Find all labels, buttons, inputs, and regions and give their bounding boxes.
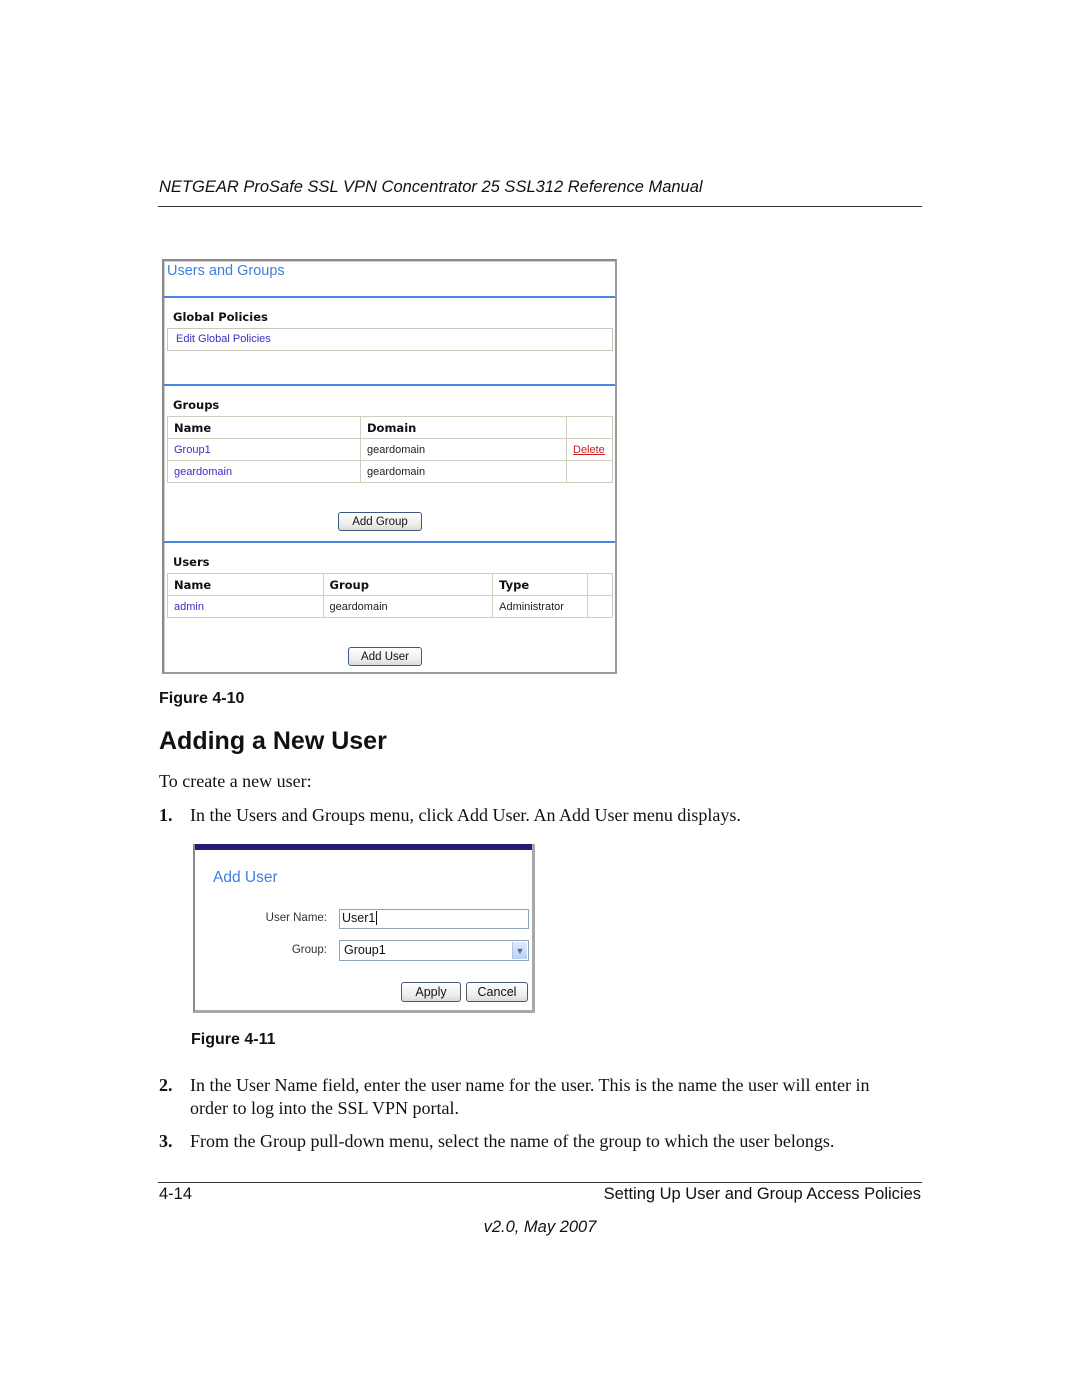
group-label: Group:: [291, 944, 327, 956]
user-group: geardomain: [322, 595, 494, 618]
edit-global-policies-link[interactable]: Edit Global Policies: [176, 333, 271, 345]
panel-title: Add User: [213, 869, 278, 886]
column-header-name: Name: [167, 573, 324, 596]
footer-rule: [158, 1182, 922, 1183]
groups-table: Name Domain Group1 geardomain Delete gea…: [167, 416, 613, 483]
column-header-action: [566, 416, 613, 439]
add-group-button[interactable]: Add Group: [338, 512, 422, 531]
global-policies-row: Edit Global Policies: [167, 328, 613, 351]
table-row: admin geardomain Administrator: [167, 595, 613, 618]
user-type: Administrator: [492, 595, 589, 618]
user-name-link[interactable]: admin: [174, 601, 204, 613]
step-number: 3.: [159, 1131, 173, 1151]
group-name-link[interactable]: geardomain: [174, 466, 232, 478]
step-text-line-1: In the User Name field, enter the user n…: [190, 1075, 870, 1095]
intro-text: To create a new user:: [159, 771, 312, 791]
cancel-button[interactable]: Cancel: [466, 982, 528, 1002]
step-text-line-2: order to log into the SSL VPN portal.: [190, 1098, 459, 1118]
running-header: NETGEAR ProSafe SSL VPN Concentrator 25 …: [159, 178, 703, 196]
column-header-domain: Domain: [360, 416, 567, 439]
group-selected-value: Group1: [344, 943, 386, 957]
document-version: v2.0, May 2007: [483, 1218, 597, 1236]
add-user-panel: Add User User Name: User1 Group: Group1 …: [193, 844, 535, 1013]
section-divider: [164, 541, 615, 543]
groups-table-header: Name Domain: [167, 416, 613, 439]
users-and-groups-panel: Users and Groups Global Policies Edit Gl…: [162, 259, 617, 674]
step-number: 1.: [159, 805, 173, 825]
group-name-link[interactable]: Group1: [174, 444, 211, 456]
section-heading: Adding a New User: [159, 727, 387, 755]
title-bar: [195, 844, 532, 850]
panel-title: Users and Groups: [167, 263, 285, 279]
text-cursor: [376, 911, 378, 925]
page-number: 4-14: [159, 1185, 193, 1203]
add-user-button[interactable]: Add User: [348, 647, 422, 666]
user-name-value: User1: [342, 911, 376, 925]
step-text: In the Users and Groups menu, click Add …: [190, 805, 741, 825]
column-header-name: Name: [167, 416, 361, 439]
table-row: Group1 geardomain Delete: [167, 438, 613, 461]
global-policies-label: Global Policies: [173, 310, 268, 324]
figure-caption: Figure 4-11: [191, 1031, 276, 1048]
users-table: Name Group Type admin geardomain Adminis…: [167, 573, 613, 618]
table-row: geardomain geardomain: [167, 460, 613, 483]
chapter-title: Setting Up User and Group Access Policie…: [603, 1185, 921, 1203]
column-header-action: [587, 573, 613, 596]
apply-button[interactable]: Apply: [401, 982, 461, 1002]
user-name-label: User Name:: [265, 912, 327, 924]
section-divider: [164, 384, 615, 386]
user-name-input[interactable]: User1: [339, 909, 529, 929]
group-domain: geardomain: [360, 460, 567, 483]
column-header-type: Type: [492, 573, 589, 596]
delete-group-link[interactable]: Delete: [573, 444, 605, 456]
step-text: From the Group pull-down menu, select th…: [190, 1131, 835, 1151]
column-header-group: Group: [322, 573, 494, 596]
group-select[interactable]: Group1 ▼: [339, 940, 529, 961]
chevron-down-icon[interactable]: ▼: [512, 942, 527, 959]
group-action-cell: [566, 460, 613, 483]
users-label: Users: [173, 555, 210, 569]
section-divider: [164, 296, 615, 298]
user-action-cell: [587, 595, 613, 618]
groups-label: Groups: [173, 398, 220, 412]
header-rule: [158, 206, 922, 207]
step-number: 2.: [159, 1075, 173, 1095]
users-table-header: Name Group Type: [167, 573, 613, 596]
group-domain: geardomain: [360, 438, 567, 461]
figure-caption: Figure 4-10: [159, 690, 245, 707]
